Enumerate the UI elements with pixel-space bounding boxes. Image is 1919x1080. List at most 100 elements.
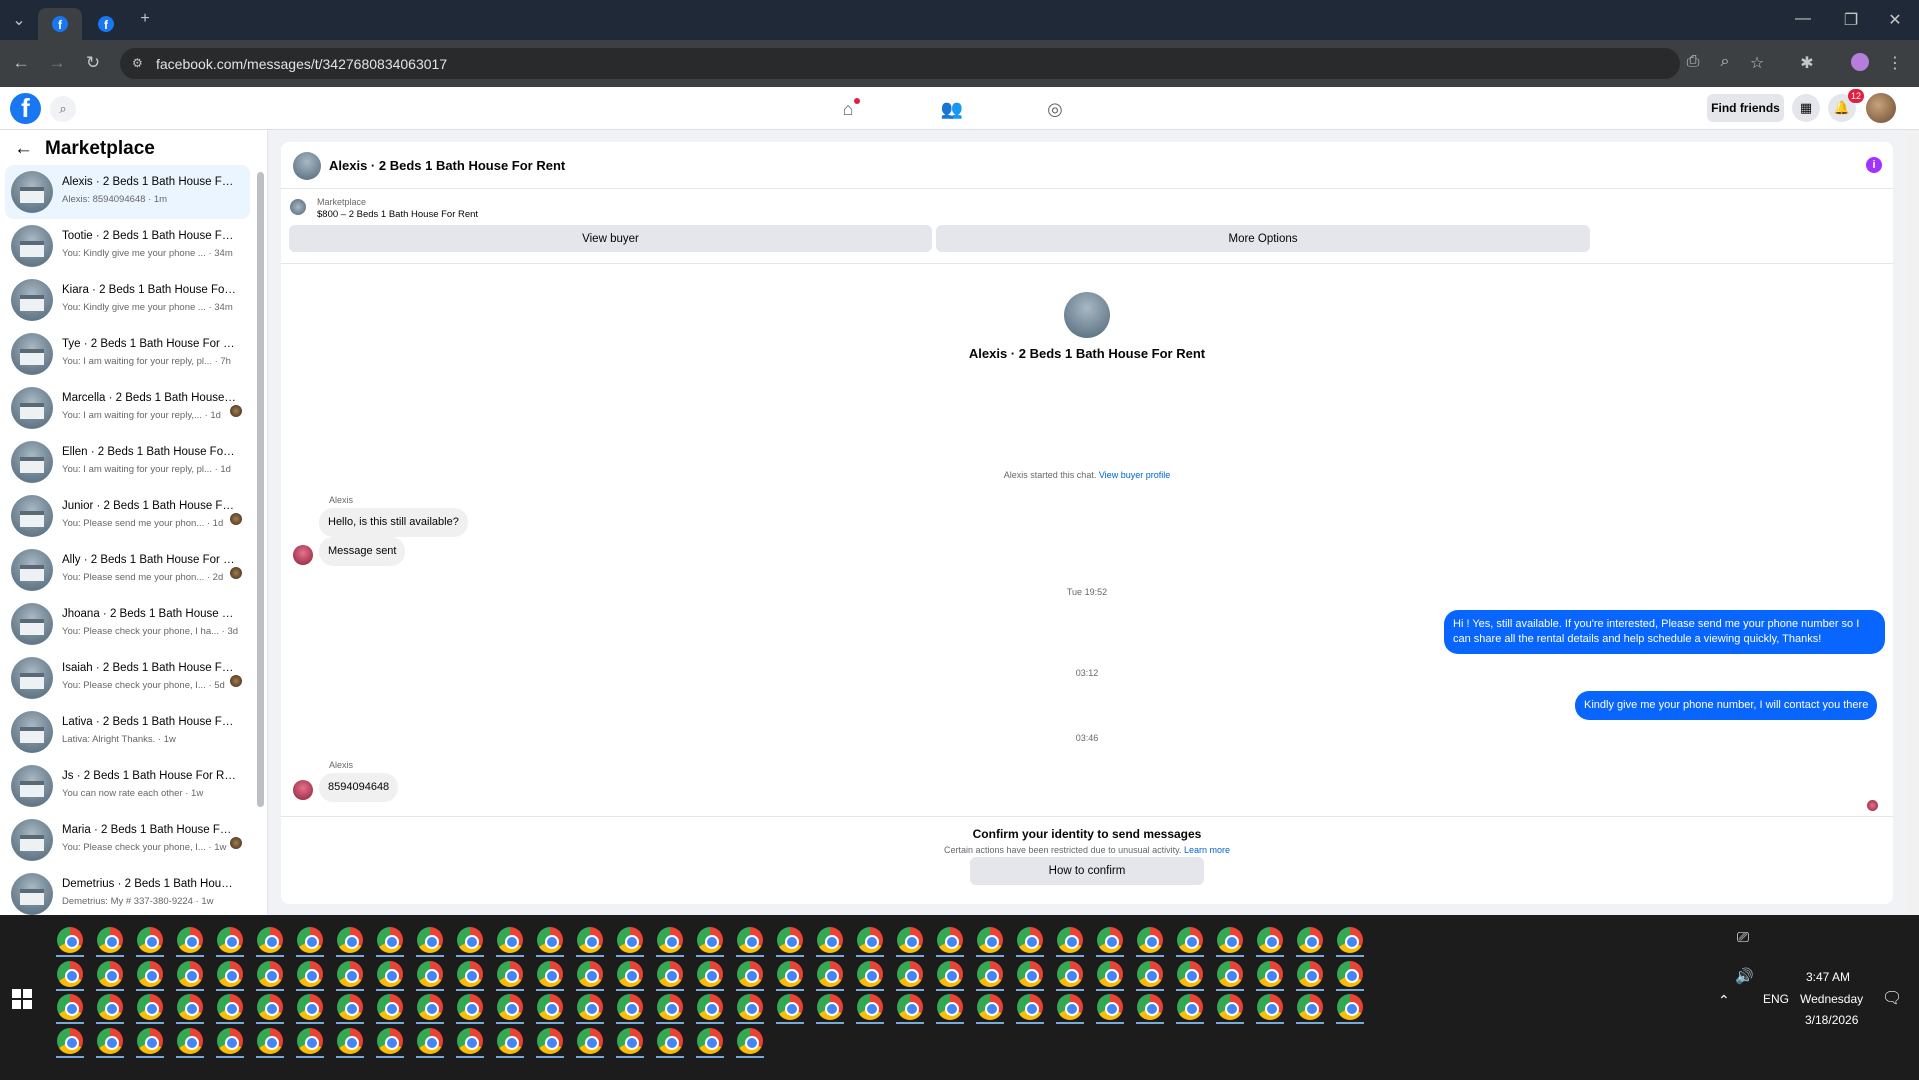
chrome-taskbar-icon[interactable]	[770, 957, 810, 991]
chrome-taskbar-icon[interactable]	[290, 957, 330, 991]
chrome-taskbar-icon[interactable]	[1010, 957, 1050, 991]
chrome-taskbar-icon[interactable]	[1330, 923, 1370, 957]
conversation-item[interactable]: Tye · 2 Beds 1 Bath House For Rent You: I…	[5, 327, 250, 381]
clock-date[interactable]: 3/18/2026	[1805, 1013, 1858, 1027]
how-to-confirm-button[interactable]: How to confirm	[970, 857, 1204, 885]
new-tab-button[interactable]: +	[130, 10, 160, 28]
chrome-taskbar-icon[interactable]	[650, 1024, 690, 1058]
learn-more-link[interactable]: Learn more	[1184, 845, 1230, 855]
info-icon[interactable]: i	[1866, 157, 1882, 173]
browser-menu-icon[interactable]: ⋮	[1884, 53, 1906, 73]
view-buyer-profile-link[interactable]: View buyer profile	[1099, 470, 1170, 480]
chrome-taskbar-icon[interactable]	[330, 923, 370, 957]
site-settings-icon[interactable]: ⚙	[132, 56, 143, 70]
chrome-taskbar-icon[interactable]	[490, 957, 530, 991]
chrome-taskbar-icon[interactable]	[370, 957, 410, 991]
bookmark-star-icon[interactable]: ☆	[1746, 53, 1768, 73]
chrome-taskbar-icon[interactable]	[610, 923, 650, 957]
back-icon[interactable]: ←	[10, 53, 32, 73]
chrome-taskbar-icon[interactable]	[90, 923, 130, 957]
chrome-taskbar-icon[interactable]	[730, 990, 770, 1024]
chrome-taskbar-icon[interactable]	[130, 990, 170, 1024]
chrome-taskbar-icon[interactable]	[250, 1024, 290, 1058]
chrome-taskbar-icon[interactable]	[50, 957, 90, 991]
page-scrollbar[interactable]	[1906, 130, 1919, 915]
chrome-taskbar-icon[interactable]	[730, 923, 770, 957]
chrome-taskbar-icon[interactable]	[890, 990, 930, 1024]
chrome-taskbar-icon[interactable]	[490, 1024, 530, 1058]
chrome-taskbar-icon[interactable]	[490, 990, 530, 1024]
chrome-taskbar-icon[interactable]	[770, 990, 810, 1024]
chrome-taskbar-icon[interactable]	[730, 957, 770, 991]
conversation-item[interactable]: Kiara · 2 Beds 1 Bath House For Rent You:…	[5, 273, 250, 327]
chrome-taskbar-icon[interactable]	[1210, 923, 1250, 957]
chrome-taskbar-icon[interactable]	[1050, 923, 1090, 957]
outgoing-message[interactable]: Hi ! Yes, still available. If you're int…	[1444, 610, 1885, 654]
minimize-button[interactable]: —	[1788, 10, 1818, 28]
chrome-taskbar-icon[interactable]	[450, 990, 490, 1024]
show-hidden-icons-chevron-icon[interactable]: ⌃	[1718, 992, 1730, 1009]
chrome-taskbar-icon[interactable]	[90, 957, 130, 991]
chrome-taskbar-icon[interactable]	[170, 990, 210, 1024]
chrome-taskbar-icon[interactable]	[330, 957, 370, 991]
chrome-taskbar-icon[interactable]	[890, 957, 930, 991]
chrome-taskbar-icon[interactable]	[970, 957, 1010, 991]
conversation-item[interactable]: Tootie · 2 Beds 1 Bath House For Rent You…	[5, 219, 250, 273]
chrome-taskbar-icon[interactable]	[810, 957, 850, 991]
account-avatar[interactable]	[1866, 93, 1896, 123]
chrome-taskbar-icon[interactable]	[1290, 923, 1330, 957]
chrome-taskbar-icon[interactable]	[1090, 923, 1130, 957]
chrome-taskbar-icon[interactable]	[610, 957, 650, 991]
chrome-taskbar-icon[interactable]	[170, 957, 210, 991]
chrome-taskbar-icon[interactable]	[130, 923, 170, 957]
profile-icon[interactable]	[1849, 53, 1871, 76]
chrome-taskbar-icon[interactable]	[370, 923, 410, 957]
chrome-taskbar-icon[interactable]	[890, 923, 930, 957]
volume-icon[interactable]: 🔊	[1735, 967, 1754, 985]
chrome-taskbar-icon[interactable]	[410, 1024, 450, 1058]
chrome-taskbar-icon[interactable]	[90, 1024, 130, 1058]
chrome-taskbar-icon[interactable]	[730, 1024, 770, 1058]
chrome-taskbar-icon[interactable]	[250, 923, 290, 957]
incoming-message[interactable]: Message sent	[319, 537, 406, 566]
chrome-taskbar-icon[interactable]	[610, 990, 650, 1024]
chrome-taskbar-icon[interactable]	[410, 990, 450, 1024]
chrome-taskbar-icon[interactable]	[210, 990, 250, 1024]
extensions-icon[interactable]: ✱	[1796, 53, 1818, 73]
chrome-taskbar-icon[interactable]	[650, 990, 690, 1024]
conversation-item[interactable]: Ellen · 2 Beds 1 Bath House For Rent You:…	[5, 435, 250, 489]
chrome-taskbar-icon[interactable]	[1090, 957, 1130, 991]
chrome-taskbar-icon[interactable]	[450, 923, 490, 957]
chrome-taskbar-icon[interactable]	[610, 1024, 650, 1058]
chrome-taskbar-icon[interactable]	[210, 957, 250, 991]
more-options-button[interactable]: More Options	[936, 225, 1590, 252]
chrome-taskbar-icon[interactable]	[570, 923, 610, 957]
chrome-taskbar-icon[interactable]	[810, 923, 850, 957]
chrome-taskbar-icon[interactable]	[1290, 990, 1330, 1024]
chrome-taskbar-icon[interactable]	[570, 957, 610, 991]
conversation-item[interactable]: Jhoana · 2 Beds 1 Bath House For Rent You…	[5, 597, 250, 651]
language-indicator[interactable]: ENG	[1763, 992, 1789, 1006]
sidebar-scrollbar[interactable]	[257, 172, 264, 807]
clock-time[interactable]: 3:47 AM	[1806, 970, 1850, 984]
incoming-message[interactable]: 8594094648	[319, 773, 399, 802]
action-center-icon[interactable]: 🗨	[1882, 988, 1902, 1008]
address-bar[interactable]: ⚙ facebook.com/messages/t/34276808340630…	[120, 48, 1680, 79]
chrome-taskbar-icon[interactable]	[290, 1024, 330, 1058]
chrome-taskbar-icon[interactable]	[290, 990, 330, 1024]
chrome-taskbar-icon[interactable]	[530, 923, 570, 957]
chrome-taskbar-icon[interactable]	[1250, 990, 1290, 1024]
menu-grid-icon[interactable]: ▦	[1792, 94, 1820, 122]
chrome-taskbar-icon[interactable]	[930, 957, 970, 991]
sender-avatar[interactable]	[293, 780, 313, 800]
conversation-item[interactable]: Junior · 2 Beds 1 Bath House For Rent You…	[5, 489, 250, 543]
chrome-taskbar-icon[interactable]	[90, 990, 130, 1024]
tab-facebook[interactable]: f	[84, 8, 128, 40]
view-buyer-button[interactable]: View buyer	[289, 225, 932, 252]
chrome-taskbar-icon[interactable]	[1210, 957, 1250, 991]
chrome-taskbar-icon[interactable]	[850, 990, 890, 1024]
conversation-item[interactable]: Marcella · 2 Beds 1 Bath House For Rent Y…	[5, 381, 250, 435]
chrome-taskbar-icon[interactable]	[250, 957, 290, 991]
back-arrow-icon[interactable]: ←	[14, 138, 33, 160]
search-icon[interactable]: ⌕	[50, 96, 76, 122]
